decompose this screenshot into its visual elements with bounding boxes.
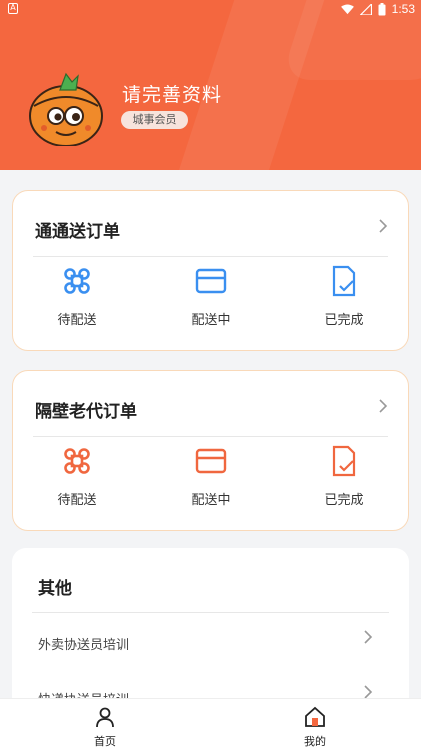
status-icons: 1:53 <box>340 2 415 16</box>
stat-label: 待配送 <box>57 313 97 328</box>
stat-completed[interactable]: 已完成 <box>304 445 384 508</box>
tab-label: 首页 <box>94 735 116 748</box>
stat-pending[interactable]: 待配送 <box>37 445 117 508</box>
card-icon <box>195 448 227 474</box>
stat-label: 配送中 <box>191 313 231 328</box>
list-item-express-training[interactable]: 快递协送员培训 <box>12 603 409 708</box>
document-check-icon <box>332 265 356 297</box>
divider <box>33 436 388 437</box>
stat-pending[interactable]: 待配送 <box>37 265 117 328</box>
tab-mine[interactable]: 我的 <box>285 706 345 749</box>
other-section: 其他 外卖协送员培训 快递协送员培训 <box>12 548 409 718</box>
card-icon <box>195 268 227 294</box>
member-badge: 城事会员 <box>121 111 188 129</box>
card-title[interactable]: 通通送订单 <box>35 217 120 242</box>
bottom-tab-bar: 首页 我的 <box>0 698 421 750</box>
clock: 1:53 <box>391 2 415 16</box>
chevron-right-icon[interactable] <box>378 399 388 413</box>
stat-delivering[interactable]: 配送中 <box>171 265 251 328</box>
command-icon <box>64 448 90 474</box>
tab-label: 我的 <box>304 735 326 748</box>
stat-label: 已完成 <box>324 493 364 508</box>
person-icon <box>96 707 114 728</box>
stat-completed[interactable]: 已完成 <box>304 265 384 328</box>
tab-home[interactable]: 首页 <box>75 706 135 749</box>
notification-icon: A <box>8 3 18 14</box>
profile-header: A 1:53 请完善资料 城事会员 <box>0 0 421 170</box>
battery-icon <box>378 2 386 15</box>
signal-icon <box>359 3 372 15</box>
list-item-takeout-training[interactable]: 外卖协送员培训 <box>12 548 409 653</box>
avatar[interactable] <box>26 66 106 146</box>
stat-label: 待配送 <box>57 493 97 508</box>
chevron-right-icon <box>364 685 373 699</box>
order-card-tongtongsong: 通通送订单 待配送 配送中 已完成 <box>12 190 409 351</box>
divider <box>33 256 388 257</box>
document-check-icon <box>332 445 356 477</box>
command-icon <box>64 268 90 294</box>
card-title[interactable]: 隔壁老代订单 <box>35 397 137 422</box>
stat-label: 配送中 <box>191 493 231 508</box>
stat-label: 已完成 <box>324 313 364 328</box>
wifi-icon <box>340 3 354 14</box>
order-card-gebilaodai: 隔壁老代订单 待配送 配送中 已完成 <box>12 370 409 531</box>
status-bar: A 1:53 <box>0 0 421 20</box>
user-name[interactable]: 请完善资料 <box>122 80 222 107</box>
chevron-right-icon[interactable] <box>378 219 388 233</box>
home-icon <box>305 706 325 727</box>
stat-delivering[interactable]: 配送中 <box>171 445 251 508</box>
